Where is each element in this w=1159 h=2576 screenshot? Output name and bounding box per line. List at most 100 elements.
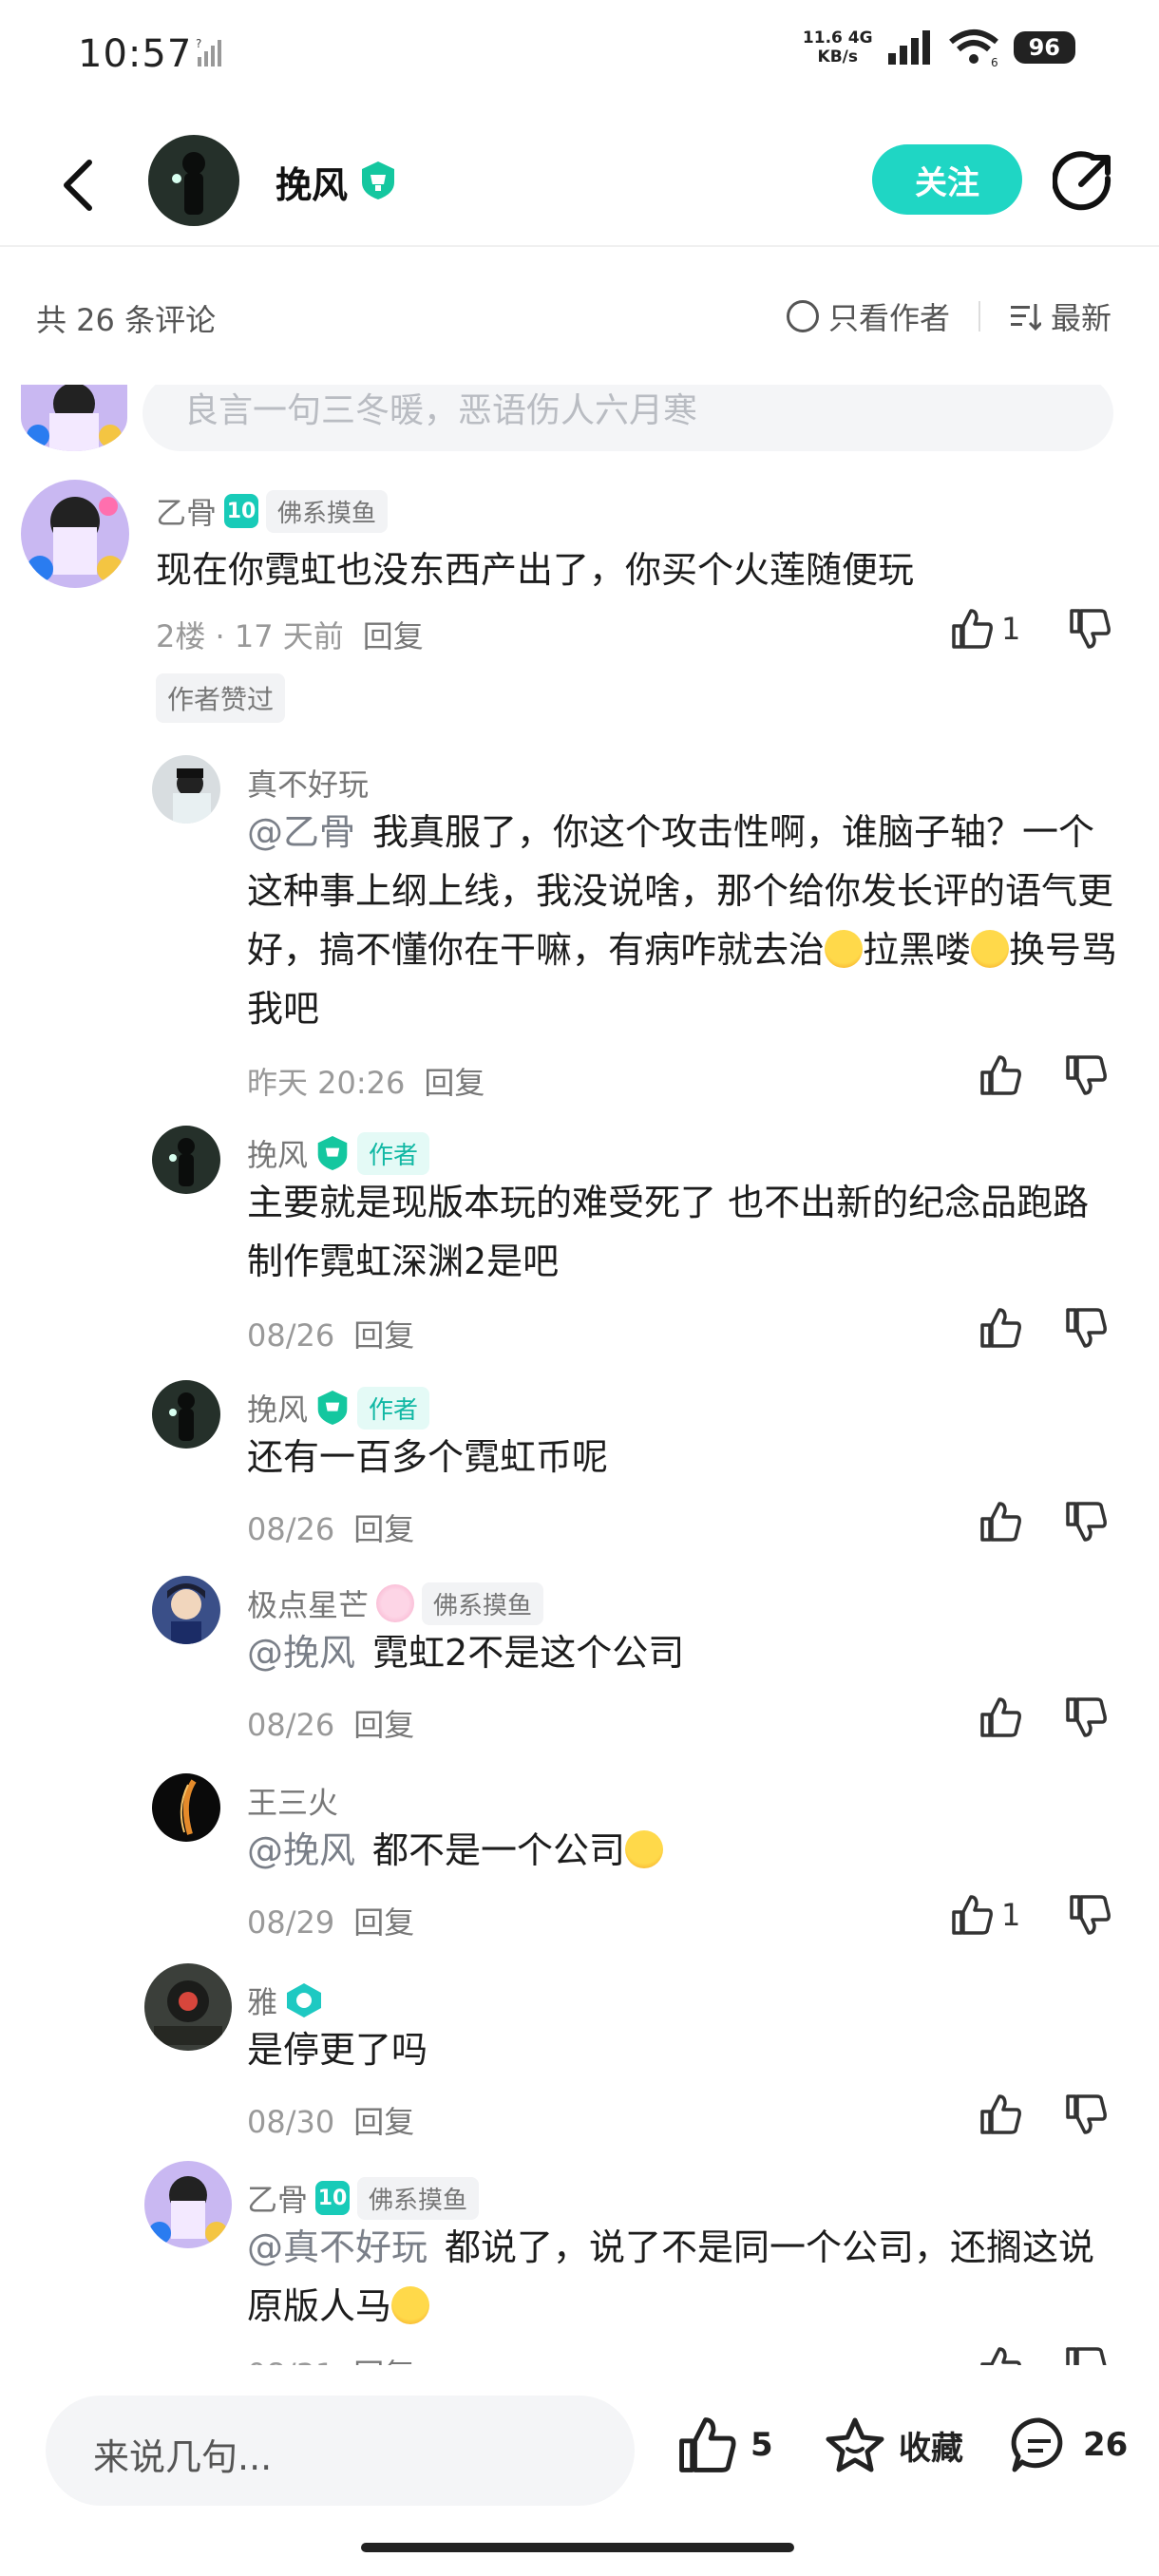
user-tag: 佛系摸鱼 — [266, 489, 389, 533]
sort-button[interactable]: 最新 — [1009, 294, 1112, 338]
reply-button[interactable]: 回复 — [353, 1707, 414, 1743]
favorite-label: 收藏 — [899, 2429, 963, 2468]
avatar[interactable] — [152, 1576, 220, 1644]
avatar[interactable] — [152, 1380, 220, 1449]
comment-floor: 2楼 · 17 天前 — [156, 618, 344, 654]
comment-date: 08/30 — [247, 2104, 335, 2140]
comment-list: 良言一句三冬暖，恶语伤人六月寒 乙骨 10 佛系摸鱼 现在你霓虹也没东西产出了，… — [0, 385, 1159, 2365]
comment-date: 08/29 — [247, 1904, 335, 1941]
reply-button[interactable]: 回复 — [363, 618, 424, 654]
like-button[interactable]: 1 — [950, 607, 1020, 651]
laughing-emoji-icon — [971, 930, 1010, 968]
avatar[interactable] — [152, 755, 220, 824]
comment-author[interactable]: 极点星芒 — [247, 1582, 369, 1625]
reply-button[interactable]: 回复 — [353, 1511, 414, 1547]
thumbs-down-icon[interactable] — [1068, 607, 1112, 651]
heart-face-emoji-icon — [625, 1830, 664, 1868]
thumbs-down-icon[interactable] — [1064, 1053, 1108, 1097]
share-icon[interactable] — [1053, 150, 1115, 213]
comment-date: 08/26 — [247, 1511, 335, 1547]
author-avatar[interactable] — [148, 135, 239, 226]
character-badge-icon — [376, 1584, 415, 1622]
comment-item: 挽风 作者 主要就是现版本玩的难受死了 也不出新的纪念品跑路制作霓虹深渊2是吧 … — [0, 1126, 1159, 1354]
thumbs-down-icon[interactable] — [1064, 1695, 1108, 1739]
comment-author[interactable]: 挽风 — [247, 1386, 308, 1430]
comment-date: 昨天 20:26 — [247, 1065, 406, 1101]
follow-button[interactable]: 关注 — [872, 144, 1022, 215]
thumbs-up-icon[interactable] — [978, 1500, 1022, 1544]
comments-toolbar: 共 26 条评论 只看作者 最新 — [0, 277, 1159, 353]
reply-button[interactable]: 回复 — [353, 1904, 414, 1941]
star-icon — [826, 2417, 884, 2472]
chevron-left-icon — [64, 160, 92, 211]
post-like-button[interactable]: 5 — [676, 2415, 773, 2475]
author-tag: 作者 — [357, 1386, 430, 1430]
verified-badge-icon — [362, 161, 394, 199]
bottom-action-bar: 来说几句... 5 收藏 26 — [0, 2365, 1159, 2576]
thumbs-up-icon[interactable] — [978, 2345, 1022, 2365]
reply-input[interactable]: 良言一句三冬暖，恶语伤人六月寒 — [142, 385, 1113, 451]
diamond-badge-icon — [287, 1983, 322, 2017]
wifi-icon: 6 — [948, 29, 998, 66]
avatar[interactable] — [21, 385, 127, 451]
status-bar: 10:57 ? 11.6 4G KB/s 6 96 — [0, 0, 1159, 104]
thumbs-down-icon[interactable] — [1064, 1500, 1108, 1544]
thumbs-down-icon[interactable] — [1064, 2345, 1108, 2365]
comment-text: @乙骨 我真服了，你这个攻击性啊，谁脑子轴？一个这种事上纲上线，我没说啥，那个给你… — [247, 811, 1118, 1030]
author-tag: 作者 — [357, 1131, 430, 1175]
avatar[interactable] — [144, 2161, 232, 2248]
thumbs-down-icon[interactable] — [1064, 2093, 1108, 2136]
level-badge: 10 — [224, 494, 259, 528]
reply-button[interactable]: 回复 — [353, 2104, 414, 2140]
comment-author[interactable]: 挽风 — [247, 1131, 308, 1175]
author-only-toggle[interactable]: 只看作者 — [786, 294, 950, 338]
divider — [978, 301, 980, 331]
comment-author[interactable]: 王三火 — [247, 1779, 338, 1823]
mention-link[interactable]: @真不好玩 — [247, 2226, 428, 2268]
comment-item: 乙骨 10 佛系摸鱼 @真不好玩都说了，说了不是同一个公司，还搁这说原版人马 0… — [0, 2161, 1159, 2365]
reply-button[interactable]: 回复 — [353, 2357, 414, 2365]
like-button[interactable]: 1 — [950, 1893, 1020, 1937]
thumbs-down-icon[interactable] — [1064, 1306, 1108, 1350]
battery-indicator: 96 — [1013, 31, 1075, 64]
mention-link[interactable]: @挽风 — [247, 1632, 355, 1674]
comment-text: @真不好玩 都说了，说了不是同一个公司，还搁这说原版人马 — [247, 2226, 1095, 2327]
thumbs-up-icon[interactable] — [978, 2093, 1022, 2136]
avatar[interactable] — [144, 1963, 232, 2051]
like-count: 5 — [750, 2426, 773, 2464]
network-speed: 11.6 4G KB/s — [802, 28, 873, 66]
reply-button[interactable]: 回复 — [424, 1065, 484, 1101]
sort-icon — [1010, 304, 1041, 331]
comment-author[interactable]: 真不好玩 — [247, 761, 369, 805]
avatar[interactable] — [152, 1126, 220, 1194]
comment-text: 是停更了吗 — [247, 2029, 428, 2071]
thumbs-up-icon[interactable] — [978, 1695, 1022, 1739]
thumbs-up-icon[interactable] — [978, 1306, 1022, 1350]
comment-input[interactable]: 来说几句... — [46, 2396, 635, 2506]
avatar[interactable] — [152, 1773, 220, 1842]
user-tag: 佛系摸鱼 — [422, 1582, 544, 1625]
author-name[interactable]: 挽风 — [276, 156, 348, 208]
comment-date: 08/26 — [247, 1317, 335, 1354]
comment-item: 雅 是停更了吗 08/30 回复 — [0, 1963, 1159, 2140]
comment-author[interactable]: 雅 — [247, 1979, 277, 2022]
comment-text: 主要就是现版本玩的难受死了 也不出新的纪念品跑路制作霓虹深渊2是吧 — [247, 1182, 1090, 1282]
comment-author[interactable]: 乙骨 — [156, 489, 217, 533]
comment-text: 现在你霓虹也没东西产出了，你买个火莲随便玩 — [156, 549, 915, 591]
author-liked-badge: 作者赞过 — [156, 673, 286, 723]
home-indicator — [361, 2543, 794, 2552]
comment-total: 26 — [1083, 2426, 1129, 2464]
thumbs-down-icon[interactable] — [1068, 1893, 1112, 1937]
comment-author[interactable]: 乙骨 — [247, 2176, 308, 2220]
reply-button[interactable]: 回复 — [353, 1317, 414, 1354]
mention-link[interactable]: @挽风 — [247, 1829, 355, 1871]
favorite-button[interactable]: 收藏 — [825, 2415, 963, 2475]
back-button[interactable] — [49, 152, 106, 218]
comment-count: 共 26 条评论 — [36, 302, 217, 338]
comment-date: 08/26 — [247, 1707, 335, 1743]
thumbs-up-icon[interactable] — [978, 1053, 1022, 1097]
mention-link[interactable]: @乙骨 — [247, 811, 355, 853]
user-tag: 佛系摸鱼 — [357, 2176, 480, 2220]
avatar[interactable] — [21, 480, 129, 588]
comments-button[interactable]: 26 — [1009, 2415, 1128, 2475]
